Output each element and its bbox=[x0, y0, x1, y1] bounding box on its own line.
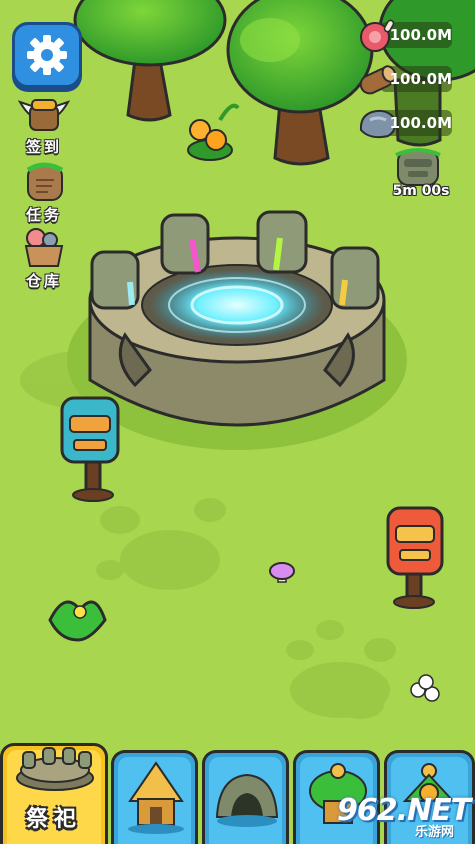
green-bush bbox=[48, 600, 107, 642]
checkin-button[interactable]: 签到 bbox=[8, 92, 80, 156]
winged-chest-icon bbox=[18, 99, 70, 131]
tree-right bbox=[226, 0, 374, 166]
purple-mushroom bbox=[269, 562, 295, 583]
white-flowers bbox=[410, 674, 440, 702]
tasks-label: 任务 bbox=[25, 206, 62, 224]
stone-value: 100.0M bbox=[389, 114, 452, 132]
meat-value: 100.0M bbox=[389, 26, 452, 44]
stone-tablet-icon bbox=[26, 162, 64, 201]
tab-hut[interactable] bbox=[111, 750, 198, 844]
tree-left bbox=[73, 0, 227, 122]
tab-sacrifice[interactable]: 祭祀 bbox=[0, 743, 108, 844]
tab-cave[interactable] bbox=[202, 750, 289, 844]
basket-icon bbox=[24, 228, 64, 267]
totem-pole-blue[interactable] bbox=[60, 396, 120, 502]
watermark: 962.NET 乐游网 bbox=[337, 793, 473, 841]
warehouse-label: 仓库 bbox=[25, 272, 62, 290]
checkin-label: 签到 bbox=[25, 138, 62, 156]
straw-hut-icon bbox=[128, 761, 184, 834]
tab-sacrifice-label: 祭祀 bbox=[25, 807, 82, 832]
resource-wood: 100.0M bbox=[358, 62, 454, 96]
gear-icon bbox=[27, 35, 67, 75]
totem-pole-red[interactable] bbox=[386, 506, 444, 609]
wood-value: 100.0M bbox=[389, 70, 452, 88]
resource-meat: 100.0M bbox=[358, 18, 454, 52]
orange-flower-plant bbox=[187, 103, 240, 161]
resource-stone: 100.0M bbox=[358, 106, 454, 140]
tasks-button[interactable]: 任务 bbox=[8, 160, 80, 224]
spawn-timer[interactable]: 5m 00s bbox=[390, 145, 452, 215]
cave-icon bbox=[215, 773, 279, 827]
timer-text: 5m 00s bbox=[392, 183, 450, 199]
settings-button[interactable] bbox=[12, 22, 82, 88]
watermark-sub: 乐游网 bbox=[415, 825, 455, 840]
altar-icon bbox=[16, 747, 94, 791]
warehouse-button[interactable]: 仓库 bbox=[8, 226, 80, 290]
